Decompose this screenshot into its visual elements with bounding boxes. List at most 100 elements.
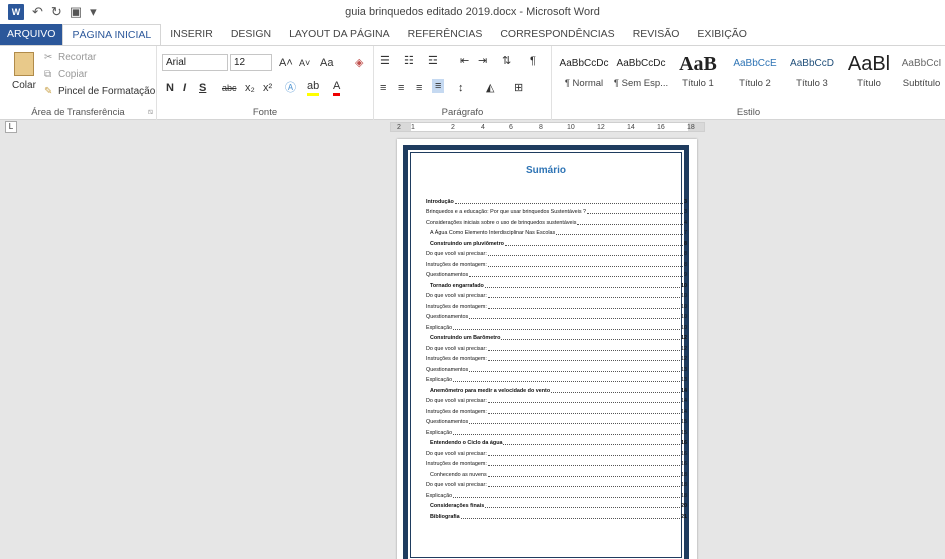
toc-entry[interactable]: Brinquedos e a educação: Por que usar br… bbox=[426, 205, 687, 215]
decrease-indent-icon[interactable]: ⇤ bbox=[460, 54, 469, 68]
ruler-number: 2 bbox=[397, 124, 401, 131]
tab-design[interactable]: DESIGN bbox=[222, 24, 280, 45]
copy-button[interactable]: Copiar bbox=[58, 69, 87, 80]
font-name-field[interactable]: Arial bbox=[162, 54, 228, 71]
subscript-button[interactable]: x₂ bbox=[245, 81, 255, 95]
numbering-icon[interactable]: ☷ bbox=[404, 54, 414, 68]
font-color-icon[interactable]: A bbox=[333, 79, 341, 96]
toc-entry[interactable]: Explicação 18 bbox=[426, 488, 687, 499]
toc-entry[interactable]: Considerações iniciais sobre o uso de br… bbox=[426, 215, 687, 226]
toc-entry[interactable]: Do que você vai precisar: 8 bbox=[426, 247, 687, 257]
paste-button[interactable]: Colar bbox=[12, 80, 36, 91]
toc-entry[interactable]: Instruções de montagem: 12 bbox=[426, 352, 687, 362]
underline-button[interactable]: S bbox=[199, 81, 206, 95]
tab-revisao[interactable]: REVISÃO bbox=[624, 24, 689, 45]
toc-leader-dots bbox=[587, 213, 683, 214]
tab-correspondencias[interactable]: CORRESPONDÊNCIAS bbox=[491, 24, 623, 45]
toc-entry[interactable]: Do que você vai precisar: 12 bbox=[426, 341, 687, 352]
tab-layout[interactable]: LAYOUT DA PÁGINA bbox=[280, 24, 399, 45]
tab-exibicao[interactable]: EXIBIÇÃO bbox=[688, 24, 756, 45]
copy-icon: ⧉ bbox=[44, 69, 52, 80]
style-preview: AaB bbox=[679, 53, 717, 75]
toc-entry[interactable]: Do que você vai precisar: 14 bbox=[426, 394, 687, 404]
align-left-icon[interactable]: ≡ bbox=[380, 81, 386, 95]
clear-format-icon[interactable]: ◈ bbox=[355, 56, 363, 70]
style-subtitle[interactable]: AaBbCcI Subtítulo bbox=[898, 50, 945, 98]
text-effects-icon[interactable]: Ⓐ bbox=[285, 81, 296, 95]
tab-inserir[interactable]: INSERIR bbox=[161, 24, 222, 45]
grow-font-button[interactable]: A˄ bbox=[279, 56, 293, 70]
tab-arquivo[interactable]: ARQUIVO bbox=[0, 24, 63, 45]
show-marks-icon[interactable]: ¶ bbox=[530, 54, 536, 68]
toc-entry[interactable]: Construindo um Barômetro 12 bbox=[426, 331, 687, 341]
toc-entry[interactable]: Tornado engarrafado 10 bbox=[426, 278, 687, 289]
toc-entry[interactable]: Entendendo o Ciclo da água 16 bbox=[426, 436, 687, 446]
toc-entry[interactable]: Do que você vai precisar: 16 bbox=[426, 446, 687, 457]
dialog-launcher-icon[interactable]: ⧅ bbox=[148, 107, 153, 117]
toc-entry[interactable]: Instruções de montagem: 14 bbox=[426, 404, 687, 415]
shading-icon[interactable]: ◭ bbox=[486, 81, 494, 95]
font-size-field[interactable]: 12 bbox=[230, 54, 272, 71]
styles-group: AaBbCcDc ¶ Normal AaBbCcDc ¶ Sem Esp... … bbox=[552, 46, 945, 120]
toc-leader-dots bbox=[460, 517, 680, 519]
tab-referencias[interactable]: REFERÊNCIAS bbox=[399, 24, 492, 45]
toc-entry[interactable]: Anemômetro para medir a velocidade do ve… bbox=[426, 383, 687, 394]
multilevel-list-icon[interactable]: ☲ bbox=[428, 54, 438, 68]
style-heading-2[interactable]: AaBbCcE Título 2 bbox=[727, 50, 783, 98]
align-right-icon[interactable]: ≡ bbox=[416, 81, 422, 95]
document-page[interactable]: Sumário Introdução 3 Brinquedos e a educaç… bbox=[397, 139, 697, 559]
toc-entry[interactable]: Instruções de montagem: 8 bbox=[426, 257, 687, 268]
toc-entry[interactable]: Instruções de montagem: 16 bbox=[426, 457, 687, 467]
toc-page-number: 9 bbox=[684, 272, 687, 278]
toc-entry[interactable]: Questionamentos 9 bbox=[426, 268, 687, 278]
toc-entry[interactable]: Explicação 15 bbox=[426, 425, 687, 436]
align-center-icon[interactable]: ≡ bbox=[398, 81, 404, 95]
borders-icon[interactable]: ⊞ bbox=[514, 81, 523, 95]
toc-entry[interactable]: Conhecendo as nuvens 18 bbox=[426, 467, 687, 478]
format-painter-button[interactable]: Pincel de Formatação bbox=[58, 86, 155, 97]
style-normal[interactable]: AaBbCcDc ¶ Normal bbox=[556, 50, 612, 98]
toc-entry[interactable]: Questionamentos 15 bbox=[426, 415, 687, 425]
tab-pagina-inicial[interactable]: PÁGINA INICIAL bbox=[62, 24, 162, 45]
toc-entry[interactable]: Construindo um pluviômetro 8 bbox=[426, 236, 687, 247]
toc-entry[interactable]: A Água Como Elemento Interdisciplinar Na… bbox=[426, 226, 687, 236]
toc-entry[interactable]: Bibliografia 21 bbox=[426, 509, 687, 520]
ribbon-tabs: ARQUIVO PÁGINA INICIAL INSERIR DESIGN LA… bbox=[0, 24, 945, 45]
toc-entry-text: A Água Como Elemento Interdisciplinar Na… bbox=[430, 230, 556, 236]
change-case-button[interactable]: Aa bbox=[320, 56, 333, 70]
sort-icon[interactable]: ⇅ bbox=[502, 54, 511, 68]
bullets-icon[interactable]: ☰ bbox=[380, 54, 390, 68]
toc-entry-text: Conhecendo as nuvens bbox=[430, 471, 487, 478]
increase-indent-icon[interactable]: ⇥ bbox=[478, 54, 487, 68]
style-title[interactable]: AaBl Título bbox=[841, 50, 897, 98]
toc-entry[interactable]: Explicação 10 bbox=[426, 320, 687, 331]
toc-entry[interactable]: Do que você vai precisar: 10 bbox=[426, 289, 687, 299]
style-preview: AaBbCcD bbox=[790, 58, 834, 69]
toc-entry-text: Instruções de montagem: bbox=[426, 408, 487, 415]
toc-entry[interactable]: Explicação 13 bbox=[426, 373, 687, 383]
toc-entry[interactable]: Questionamentos 13 bbox=[426, 362, 687, 373]
toc-entry-text: Explicação bbox=[426, 492, 453, 499]
cut-button[interactable]: Recortar bbox=[58, 52, 96, 63]
justify-icon[interactable]: ≡ bbox=[432, 79, 445, 93]
line-spacing-icon[interactable]: ↕ bbox=[458, 81, 464, 95]
toc-entry[interactable]: Do que você vai precisar: 18 bbox=[426, 478, 687, 488]
style-no-spacing[interactable]: AaBbCcDc ¶ Sem Esp... bbox=[613, 50, 669, 98]
style-heading-3[interactable]: AaBbCcD Título 3 bbox=[784, 50, 840, 98]
horizontal-ruler[interactable]: 2 1 2 4 6 8 10 12 14 16 18 bbox=[390, 122, 705, 132]
bold-button[interactable]: N bbox=[166, 81, 174, 95]
italic-button[interactable]: I bbox=[183, 81, 186, 95]
highlight-icon[interactable]: ab bbox=[307, 79, 320, 96]
toc-entry[interactable]: Questionamentos 10 bbox=[426, 310, 687, 320]
toc-entry[interactable]: Instruções de montagem: 10 bbox=[426, 299, 687, 310]
toc-entry[interactable]: Introdução 3 bbox=[426, 194, 687, 205]
style-heading-1[interactable]: AaB Título 1 bbox=[670, 50, 726, 98]
toc-page-number: 10 bbox=[681, 282, 687, 289]
paragraph-group: ☰ ☷ ☲ ⇤ ⇥ ⇅ ¶ ≡ ≡ ≡ ≡ ↕ ◭ ⊞ Parágrafo bbox=[374, 46, 552, 120]
shrink-font-button[interactable]: A˅ bbox=[299, 56, 310, 70]
toc-entry-text: Questionamentos bbox=[426, 272, 469, 278]
tab-selector-icon[interactable]: L bbox=[5, 121, 17, 133]
strikethrough-button[interactable]: abc bbox=[222, 81, 237, 95]
superscript-button[interactable]: x² bbox=[263, 81, 272, 95]
toc-entry[interactable]: Considerações finais 20 bbox=[426, 499, 687, 509]
